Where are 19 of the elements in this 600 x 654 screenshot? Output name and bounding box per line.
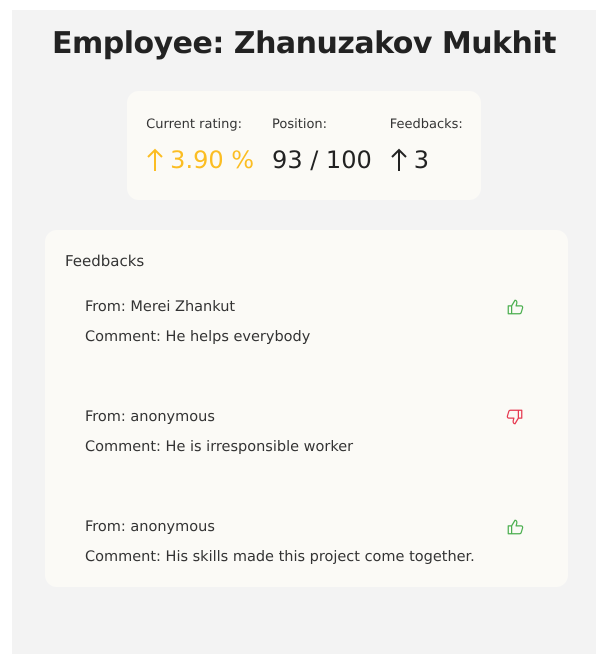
thumbs-up-icon bbox=[506, 518, 524, 536]
stat-value: 3.90 % bbox=[170, 146, 254, 174]
feedback-comment: Comment: His skills made this project come together. bbox=[85, 549, 476, 565]
stat-value: 93 / 100 bbox=[272, 146, 372, 174]
page-title: Employee: Zhanuzakov Mukhit bbox=[51, 25, 557, 61]
thumbs-up-icon bbox=[506, 298, 524, 316]
section-heading: Feedbacks bbox=[65, 252, 144, 270]
feedback-author: From: Merei Zhankut bbox=[85, 299, 236, 315]
stat-label: Position: bbox=[272, 117, 328, 132]
feedback-author: From: anonymous bbox=[85, 409, 215, 425]
arrow-up-icon bbox=[146, 148, 164, 172]
thumbs-down-icon bbox=[506, 408, 524, 426]
arrow-up-icon bbox=[390, 148, 408, 172]
stat-label: Current rating: bbox=[146, 117, 244, 132]
stat-label: Feedbacks: bbox=[390, 117, 463, 132]
feedback-comment: Comment: He is irresponsible worker bbox=[85, 439, 354, 455]
stat-value: 3 bbox=[414, 146, 430, 174]
feedback-author: From: anonymous bbox=[85, 519, 215, 535]
feedback-comment: Comment: He helps everybody bbox=[85, 329, 312, 345]
